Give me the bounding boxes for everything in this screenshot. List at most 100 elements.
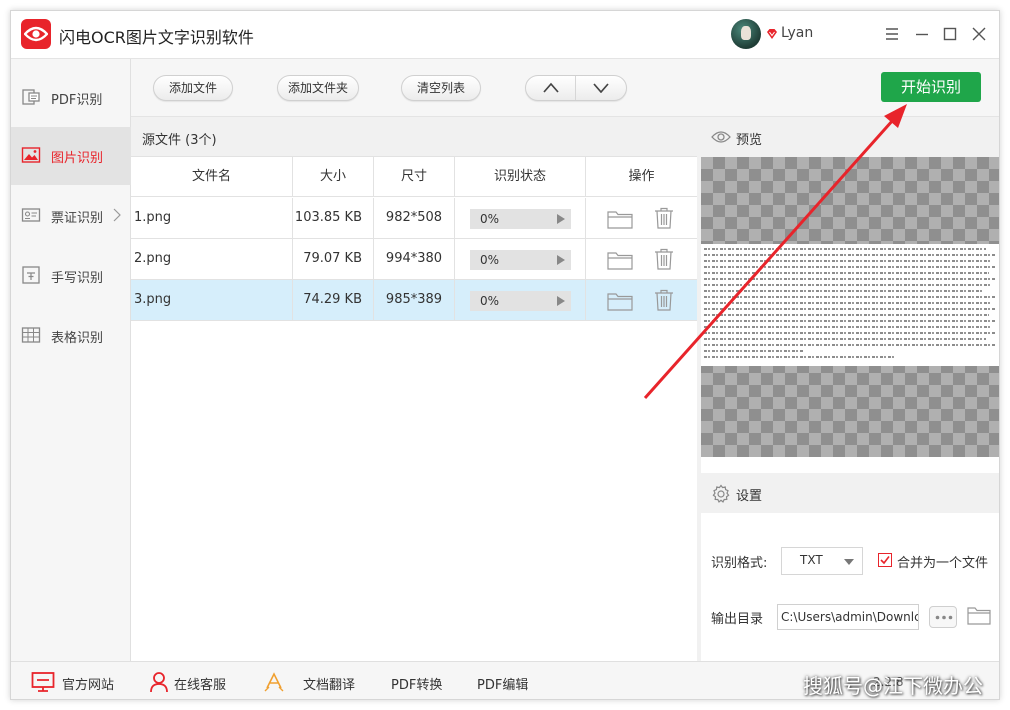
chevron-right-icon (113, 208, 121, 222)
settings-header: 设置 (701, 473, 999, 513)
add-folder-button[interactable]: 添加文件夹 (277, 75, 359, 101)
file-size: 103.85 KB (293, 198, 374, 238)
online-support-label: 在线客服 (174, 678, 227, 693)
pdf-edit-link[interactable]: PDF编辑 (477, 662, 547, 699)
sidebar-item-id-card[interactable]: 票证识别 (11, 187, 131, 245)
eye-icon (711, 131, 731, 143)
watermark-text: 搜狐号@江下微办公 (803, 674, 983, 698)
file-dimensions: 994*380 (374, 239, 455, 279)
move-up-button[interactable] (526, 76, 576, 100)
status-cell: 0% (455, 198, 586, 238)
source-files-title: 源文件 (3个) (142, 133, 217, 148)
caret-down-icon (844, 559, 854, 565)
play-icon[interactable] (557, 214, 565, 224)
table-row[interactable]: 2.png 79.07 KB 994*380 0% (131, 239, 697, 280)
sidebar-item-pdf[interactable]: PDF识别 (11, 69, 131, 127)
add-file-button[interactable]: 添加文件 (153, 75, 233, 101)
column-header-size[interactable]: 大小 (293, 157, 374, 197)
trash-icon[interactable] (654, 207, 674, 229)
table-icon (21, 327, 41, 343)
pdf-convert-link[interactable]: PDF转换 (391, 662, 461, 699)
preview-label: 预览 (736, 133, 763, 148)
sidebar: PDF识别 图片识别 票证识别 手写识别 表格识别 (11, 59, 131, 661)
translate-icon (264, 672, 284, 692)
file-size: 79.07 KB (293, 239, 374, 279)
sidebar-item-table[interactable]: 表格识别 (11, 307, 131, 365)
trash-icon[interactable] (654, 289, 674, 311)
output-dir-field[interactable]: C:\Users\admin\Downlc (777, 604, 919, 630)
pdf-edit-label: PDF编辑 (477, 678, 529, 693)
folder-icon[interactable] (607, 209, 633, 229)
progress-percent: 0% (480, 212, 500, 226)
vip-diamond-icon (767, 29, 777, 39)
column-header-actions: 操作 (628, 169, 655, 184)
actions-cell (586, 280, 697, 320)
sidebar-item-label: PDF识别 (51, 93, 103, 108)
column-header-name[interactable]: 文件名 (131, 157, 293, 197)
sidebar-item-handwriting[interactable]: 手写识别 (11, 247, 131, 305)
online-support-link[interactable]: 在线客服 (149, 662, 249, 699)
doc-translate-label: 文档翻译 (303, 678, 356, 693)
official-website-link[interactable]: 官方网站 (31, 662, 131, 699)
toolbar: 添加文件 添加文件夹 清空列表 开始识别 (131, 59, 999, 117)
close-icon[interactable] (968, 23, 990, 45)
merge-label[interactable]: 合并为一个文件 (897, 552, 988, 571)
pdf-convert-label: PDF转换 (391, 678, 443, 693)
gear-icon (712, 484, 730, 503)
chevron-up-icon (543, 82, 559, 93)
reorder-buttons (525, 75, 627, 101)
app-window: 闪电OCR图片文字识别软件 Lyan PDF识别 图片识别 票证识别 手写识别 … (10, 10, 1000, 700)
format-value: TXT (800, 553, 823, 567)
file-name: 3.png (131, 280, 293, 320)
maximize-icon[interactable] (939, 23, 961, 45)
file-name: 1.png (131, 198, 293, 238)
username[interactable]: Lyan (781, 25, 813, 41)
column-header-dimensions[interactable]: 尺寸 (374, 157, 455, 197)
file-size: 74.29 KB (293, 280, 374, 320)
clear-list-button[interactable]: 清空列表 (401, 75, 481, 101)
sidebar-item-label: 表格识别 (51, 331, 104, 346)
avatar[interactable] (731, 19, 761, 49)
move-down-button[interactable] (576, 76, 626, 100)
progress-percent: 0% (480, 253, 500, 267)
bottom-bar: 官方网站 在线客服 文档翻译 PDF转换 PDF编辑 2.2.8 搜狐号@江下微… (11, 661, 999, 699)
image-icon (21, 147, 41, 163)
pdf-icon (22, 89, 40, 105)
preview-panel: 预览 设置 识别格式: TXT 合并为一个文件 输出目录 C:\Users\ad… (701, 117, 999, 661)
play-icon[interactable] (557, 296, 565, 306)
settings-label: 设置 (736, 489, 763, 504)
app-logo-icon (21, 19, 51, 49)
format-select[interactable]: TXT (781, 547, 863, 575)
folder-icon[interactable] (607, 250, 633, 270)
source-files-header: 源文件 (3个) (131, 117, 697, 157)
start-recognition-button[interactable]: 开始识别 (881, 72, 981, 102)
id-card-icon (21, 208, 41, 222)
output-dir-label: 输出目录 (711, 612, 764, 627)
table-row[interactable]: 3.png 74.29 KB 985*389 0% (131, 280, 697, 321)
preview-canvas (701, 157, 999, 457)
menu-icon[interactable] (881, 23, 903, 45)
progress-percent: 0% (480, 294, 500, 308)
merge-checkbox[interactable] (878, 553, 892, 567)
sidebar-item-label: 票证识别 (51, 211, 104, 226)
play-icon[interactable] (557, 255, 565, 265)
browse-more-button[interactable] (929, 606, 957, 628)
more-dots-icon (935, 615, 953, 620)
file-list-panel: 源文件 (3个) 文件名 大小 尺寸 识别状态 操作 1.png 103.85 … (131, 117, 701, 661)
table-row[interactable]: 1.png 103.85 KB 982*508 0% (131, 198, 697, 239)
trash-icon[interactable] (654, 248, 674, 270)
column-header-status[interactable]: 识别状态 (455, 157, 586, 197)
monitor-icon (31, 672, 55, 692)
checkmark-icon (880, 556, 890, 565)
sidebar-item-image[interactable]: 图片识别 (11, 127, 131, 185)
minimize-icon[interactable] (911, 23, 933, 45)
table-header: 文件名 大小 尺寸 识别状态 操作 (131, 157, 697, 197)
handwriting-icon (22, 266, 40, 284)
doc-translate-link[interactable]: 文档翻译 (263, 662, 373, 699)
preview-document-thumbnail (701, 244, 999, 366)
folder-icon[interactable] (607, 291, 633, 311)
open-folder-icon[interactable] (967, 605, 991, 625)
file-name: 2.png (131, 239, 293, 279)
official-website-label: 官方网站 (62, 678, 115, 693)
actions-cell (586, 198, 697, 238)
